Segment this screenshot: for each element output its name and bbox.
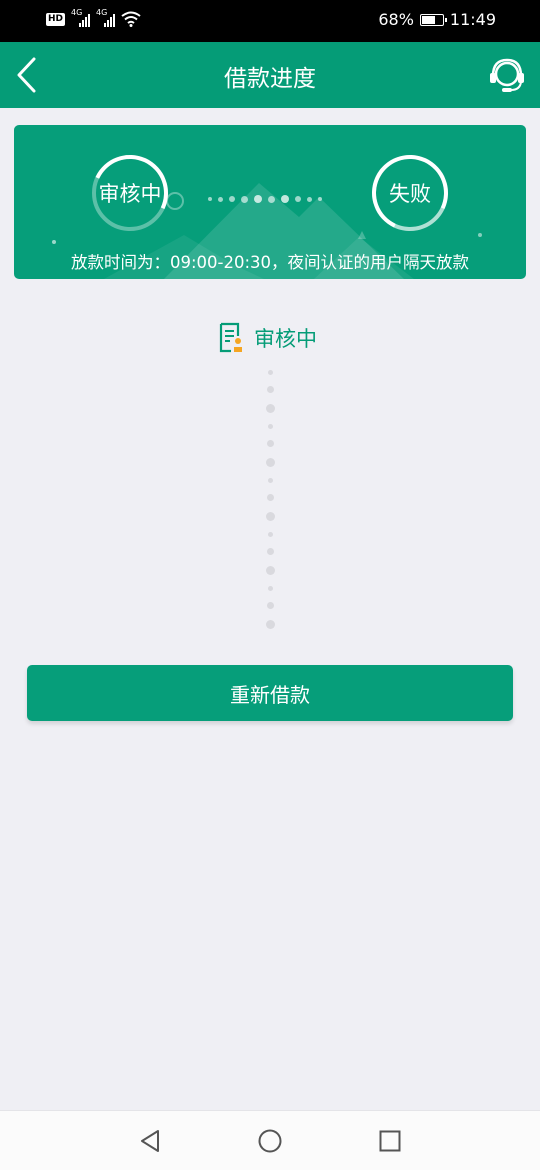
wifi-icon <box>121 11 141 27</box>
battery-icon <box>419 13 447 26</box>
timeline-dot <box>265 458 275 467</box>
home-circle-icon[interactable] <box>257 1128 283 1154</box>
status-bar: HD 4G 4G 68% 11:49 <box>0 0 540 42</box>
step-failed: 失败 <box>361 144 459 242</box>
timeline-dot <box>265 566 275 575</box>
timeline-dot <box>265 512 275 521</box>
status-right: 68% 11:49 <box>378 10 496 29</box>
timeline-dot <box>267 586 273 591</box>
headset-icon <box>490 58 524 92</box>
page-title: 借款进度 <box>224 66 316 92</box>
network-type: 4G <box>71 8 83 17</box>
timeline-dot <box>266 602 274 609</box>
step-reviewing: 审核中 <box>81 144 179 242</box>
timeline-dot <box>266 386 274 393</box>
signal-icon: 4G <box>71 8 91 27</box>
timeline-dot <box>265 620 275 629</box>
document-review-icon <box>219 322 242 353</box>
timeline-dot <box>265 404 275 413</box>
signal-icon: 4G <box>96 8 116 27</box>
timeline-dot <box>267 532 273 537</box>
timeline-dot <box>267 424 273 429</box>
network-type: 4G <box>96 8 108 17</box>
recents-square-icon[interactable] <box>377 1128 403 1154</box>
timeline-dot <box>267 370 273 375</box>
current-status: 审核中 <box>218 322 317 354</box>
timeline-dot <box>266 548 274 555</box>
current-status-label: 审核中 <box>254 327 317 351</box>
step-connector-dots <box>208 195 322 203</box>
reapply-loan-button[interactable]: 重新借款 <box>27 665 513 721</box>
status-left: HD 4G 4G <box>46 8 141 27</box>
timeline-dot <box>267 478 273 483</box>
clock: 11:49 <box>449 10 496 29</box>
timeline-dot <box>266 494 274 501</box>
system-nav-bar <box>0 1110 540 1170</box>
hd-badge: HD <box>46 12 66 26</box>
battery-percent: 68% <box>378 10 414 29</box>
back-triangle-icon[interactable] <box>138 1128 164 1154</box>
progress-card: 审核中 失败 放款时间为：09:00-20:30，夜间认证的用户隔天放款 <box>14 125 526 279</box>
timeline-dot <box>266 440 274 447</box>
customer-service-button[interactable] <box>484 52 530 98</box>
nav-bar: 借款进度 <box>0 42 540 108</box>
disbursement-notice: 放款时间为：09:00-20:30，夜间认证的用户隔天放款 <box>70 253 470 272</box>
